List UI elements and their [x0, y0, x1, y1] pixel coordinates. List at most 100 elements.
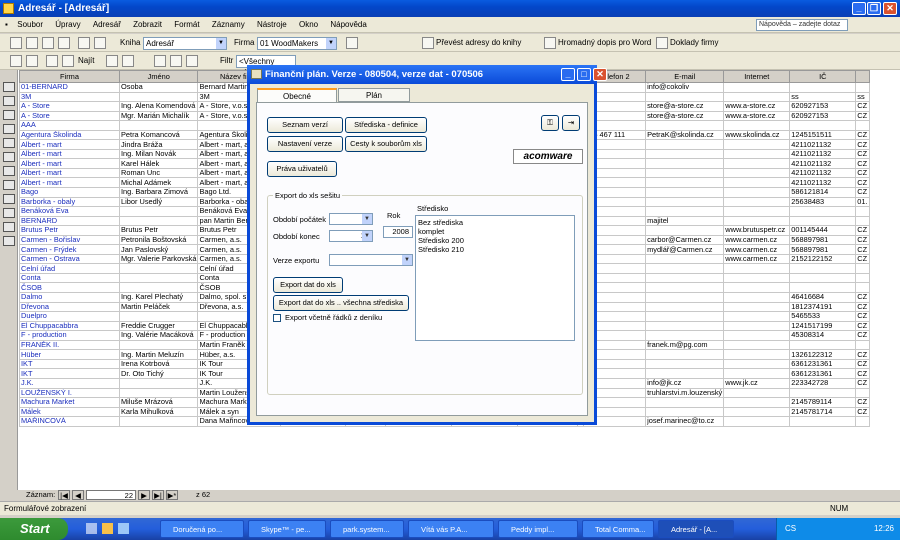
table-cell[interactable]: CZ [855, 397, 870, 408]
nav-icon-12[interactable] [3, 236, 15, 246]
table-cell[interactable]: CZ [855, 234, 870, 246]
table-cell[interactable]: Barborka - obaly [19, 196, 120, 208]
table-cell[interactable]: CZ [855, 225, 870, 236]
table-cell[interactable]: Osoba [118, 82, 199, 93]
table-cell[interactable] [723, 177, 791, 188]
table-cell[interactable]: CZ [855, 349, 870, 360]
table-cell[interactable] [118, 263, 199, 274]
column-header[interactable]: E-mail [645, 70, 725, 83]
table-cell[interactable]: 568897981 [789, 244, 857, 255]
transfer-icon[interactable] [422, 37, 434, 49]
window-title-bar[interactable]: Adresář - [Adresář] _ ❐ ✕ [0, 0, 900, 17]
table-cell[interactable] [723, 292, 791, 303]
table-cell[interactable]: Michal Adámek [118, 177, 199, 188]
table-cell[interactable] [855, 215, 870, 227]
table-cell[interactable]: LOUŽENSKÝ I. [19, 387, 120, 399]
table-cell[interactable] [645, 301, 725, 313]
table-cell[interactable] [855, 82, 870, 93]
column-header[interactable]: IČ [789, 70, 857, 83]
table-cell[interactable]: 01. [855, 196, 870, 208]
sort-icon[interactable] [26, 55, 38, 67]
table-cell[interactable]: Albert - mart [19, 148, 120, 160]
table-cell[interactable] [645, 158, 725, 169]
table-cell[interactable] [789, 282, 857, 294]
table-cell[interactable]: 4211021132 [789, 158, 857, 169]
table-cell[interactable]: CZ [855, 253, 870, 265]
table-cell[interactable]: Málek [19, 406, 120, 418]
table-cell[interactable]: A - Store [19, 101, 120, 112]
table-cell[interactable]: Ing. Barbara Zimová [118, 187, 199, 198]
table-cell[interactable]: CZ [855, 406, 870, 418]
menu-okno[interactable]: Okno [294, 17, 323, 33]
table-cell[interactable]: 6361231361 [789, 358, 857, 370]
rok-input[interactable]: 2008 [383, 226, 413, 238]
export-xls-button[interactable]: Export dat do xls [273, 277, 343, 293]
table-cell[interactable] [118, 120, 199, 131]
table-cell[interactable] [723, 349, 791, 360]
obdobi-pocatek-select[interactable]: 1▼ [329, 213, 373, 225]
table-cell[interactable]: Mgr. Marián Michalík [118, 110, 199, 122]
table-cell[interactable] [723, 82, 791, 93]
table-cell[interactable] [789, 120, 857, 131]
table-cell[interactable]: 01-BERNARD [19, 82, 120, 93]
table-cell[interactable]: mydlář@Carmen.cz [645, 244, 725, 255]
table-cell[interactable]: CZ [855, 129, 870, 141]
table-cell[interactable]: Karla Mihulková [118, 406, 199, 418]
documents-icon[interactable] [656, 37, 668, 49]
table-cell[interactable]: BERNARD [19, 215, 120, 227]
table-cell[interactable]: Albert - mart [19, 139, 120, 150]
table-cell[interactable] [645, 167, 725, 179]
table-cell[interactable]: 620927153 [789, 110, 857, 122]
column-header[interactable] [855, 70, 870, 83]
table-cell[interactable]: IKT [19, 368, 120, 379]
first-record-button[interactable]: |◀ [58, 490, 70, 500]
table-cell[interactable] [723, 320, 791, 332]
close-button[interactable]: ✕ [883, 2, 897, 15]
table-cell[interactable]: Celní úřad [19, 263, 120, 274]
table-cell[interactable] [855, 416, 870, 427]
table-cell[interactable]: 46416684 [789, 292, 857, 303]
table-cell[interactable]: Carmen - Frýdek [19, 244, 120, 255]
sort-desc-icon[interactable] [122, 55, 134, 67]
table-cell[interactable] [645, 330, 725, 341]
list-item[interactable]: Středisko 210 [418, 245, 572, 254]
table-cell[interactable] [855, 339, 870, 351]
quicklaunch-ie-icon[interactable] [86, 523, 97, 534]
table-cell[interactable] [723, 196, 791, 208]
menu-zaznamy[interactable]: Záznamy [207, 17, 250, 33]
table-cell[interactable]: Albert - mart [19, 177, 120, 188]
table-cell[interactable]: CZ [855, 358, 870, 370]
table-cell[interactable] [855, 272, 870, 284]
menu-soubor[interactable]: Soubor [12, 17, 48, 33]
table-cell[interactable] [723, 91, 791, 103]
table-cell[interactable] [118, 215, 199, 227]
table-cell[interactable]: PetraK@skolinda.cz [645, 129, 725, 141]
table-cell[interactable]: 4211021132 [789, 177, 857, 188]
table-cell[interactable]: Ing. Martin Meluzín [118, 349, 199, 360]
last-record-button[interactable]: ▶| [152, 490, 164, 500]
table-cell[interactable] [789, 206, 857, 217]
table-cell[interactable]: Martin Peláček [118, 301, 199, 313]
table-cell[interactable]: 1245151511 [789, 129, 857, 141]
table-cell[interactable]: J.K. [19, 377, 120, 389]
table-cell[interactable]: Irena Kotrbová [118, 358, 199, 370]
table-cell[interactable] [723, 406, 791, 418]
firma-select[interactable]: 01 WoodMakers ▼ [257, 37, 337, 50]
table-cell[interactable]: www.carmen.cz [723, 253, 791, 265]
table-cell[interactable]: 4211021132 [789, 148, 857, 160]
table-cell[interactable]: CZ [855, 330, 870, 341]
table-cell[interactable]: 3M [19, 91, 120, 103]
help-search-input[interactable]: Nápověda – zadejte dotaz [756, 19, 848, 31]
table-cell[interactable] [855, 282, 870, 294]
table-cell[interactable] [855, 263, 870, 274]
paste-icon[interactable] [94, 37, 106, 49]
task-pa[interactable]: Vítá vás P.A... [408, 520, 494, 538]
table-cell[interactable]: AAA [19, 120, 120, 131]
table-cell[interactable]: 5465533 [789, 311, 857, 322]
print-icon[interactable] [58, 37, 70, 49]
table-cell[interactable]: Jan Paslovský [118, 244, 199, 255]
table-cell[interactable] [723, 301, 791, 313]
table-cell[interactable] [118, 91, 199, 103]
dialog-maximize-button[interactable]: □ [577, 68, 591, 81]
table-cell[interactable] [118, 377, 199, 389]
